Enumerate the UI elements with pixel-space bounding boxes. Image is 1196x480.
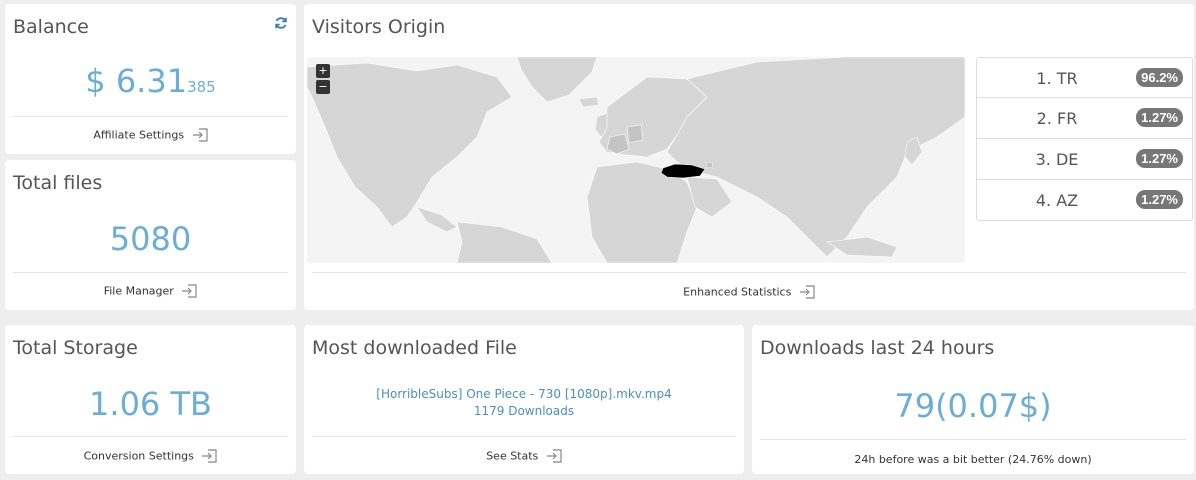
downloads-24h-title: Downloads last 24 hours xyxy=(760,337,995,359)
enhanced-statistics-label: Enhanced Statistics xyxy=(683,285,792,299)
zoom-out-button[interactable]: − xyxy=(316,80,330,94)
total-storage-value: 1.06 TB xyxy=(89,385,212,423)
zoom-in-button[interactable]: + xyxy=(316,64,330,78)
north-america-shape xyxy=(307,62,513,228)
balance-card: Balance $ 6.31385 Affiliate Settings xyxy=(5,4,296,154)
total-files-title: Total files xyxy=(13,172,103,194)
azerbaijan-shape xyxy=(705,161,714,169)
greenland-shape xyxy=(516,57,598,103)
total-storage-title: Total Storage xyxy=(13,337,138,359)
total-files-card: Total files 5080 File Manager xyxy=(5,160,296,310)
total-storage-divider xyxy=(13,436,288,437)
list-item: 2. FR 1.27% xyxy=(976,98,1193,139)
see-stats-link[interactable]: See Stats xyxy=(304,449,744,463)
enter-icon xyxy=(192,128,208,142)
country-label: 1. TR xyxy=(1036,69,1078,88)
world-map-svg xyxy=(307,57,965,263)
visitors-divider xyxy=(312,272,1186,273)
most-downloaded-file-link[interactable]: [HorribleSubs] One Piece - 730 [1080p].m… xyxy=(304,387,744,401)
most-downloaded-title: Most downloaded File xyxy=(312,337,517,359)
conversion-settings-link[interactable]: Conversion Settings xyxy=(5,449,296,463)
enhanced-statistics-link[interactable]: Enhanced Statistics xyxy=(304,285,1194,299)
affiliate-settings-link[interactable]: Affiliate Settings xyxy=(5,128,296,142)
list-item: 4. AZ 1.27% xyxy=(976,180,1193,221)
balance-title: Balance xyxy=(13,16,89,38)
percent-badge: 1.27% xyxy=(1136,190,1183,209)
balance-main: $ 6.31 xyxy=(85,62,188,100)
enter-icon xyxy=(799,285,815,299)
see-stats-label: See Stats xyxy=(486,449,539,463)
downloads-24h-card: Downloads last 24 hours 79(0.07$) 24h be… xyxy=(752,325,1194,474)
enter-icon xyxy=(202,449,217,463)
central-america-shape xyxy=(416,206,458,233)
downloads-24h-note: 24h before was a bit better (24.76% down… xyxy=(854,453,1092,466)
total-files-value: 5080 xyxy=(109,220,192,258)
balance-divider xyxy=(13,116,288,117)
country-label: 3. DE xyxy=(1035,150,1079,169)
asia-shape xyxy=(666,57,965,258)
list-item: 1. TR 96.2% xyxy=(976,57,1193,98)
south-america-shape xyxy=(456,221,553,263)
percent-badge: 1.27% xyxy=(1136,108,1183,127)
balance-value: $ 6.31385 xyxy=(5,62,296,100)
most-downloaded-divider xyxy=(312,436,736,437)
list-item: 3. DE 1.27% xyxy=(976,139,1193,180)
visitors-title: Visitors Origin xyxy=(312,16,446,38)
total-storage-card: Total Storage 1.06 TB Conversion Setting… xyxy=(5,325,296,474)
conversion-settings-label: Conversion Settings xyxy=(83,449,194,463)
iceland-shape xyxy=(578,96,600,108)
download-count: 1179 Downloads xyxy=(473,404,575,418)
country-label: 2. FR xyxy=(1036,109,1078,128)
enter-icon xyxy=(182,284,197,298)
country-ranking-list: 1. TR 96.2% 2. FR 1.27% 3. DE 1.27% 4. A… xyxy=(976,57,1193,221)
refresh-icon[interactable] xyxy=(274,16,288,30)
percent-badge: 1.27% xyxy=(1136,149,1183,168)
total-files-divider xyxy=(13,272,288,273)
percent-badge: 96.2% xyxy=(1136,68,1183,87)
enter-icon xyxy=(546,449,562,463)
world-map[interactable]: + − xyxy=(307,57,965,263)
germany-shape xyxy=(626,124,644,144)
affiliate-settings-label: Affiliate Settings xyxy=(93,128,185,142)
downloads-24h-value: 79(0.07$) xyxy=(894,387,1052,425)
file-manager-label: File Manager xyxy=(103,284,174,298)
file-manager-link[interactable]: File Manager xyxy=(5,284,296,298)
country-label: 4. AZ xyxy=(1035,191,1079,210)
balance-decimals: 385 xyxy=(187,78,216,96)
most-downloaded-card: Most downloaded File [HorribleSubs] One … xyxy=(304,325,744,474)
downloads-24h-divider xyxy=(760,439,1186,440)
